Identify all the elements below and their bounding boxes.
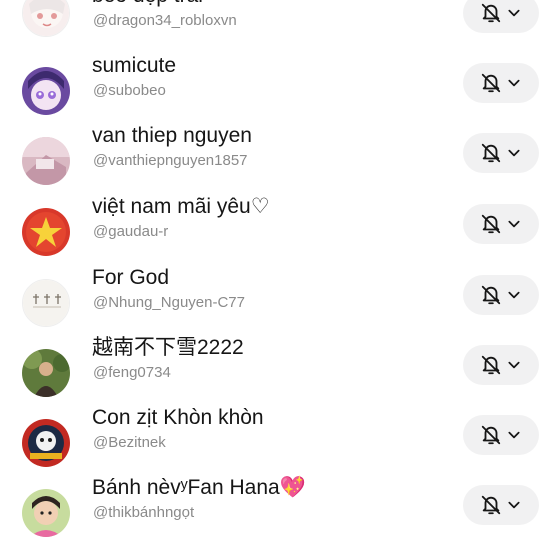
user-handle: @subobeo <box>93 82 166 99</box>
avatar[interactable] <box>22 489 70 537</box>
user-handle: @Nhung_Nguyen-C77 <box>93 294 245 311</box>
bell-off-icon <box>481 495 501 515</box>
user-display-name: Con zịt Khòn khòn <box>92 406 264 429</box>
user-display-name: van thiep nguyen <box>92 124 252 147</box>
chevron-down-icon <box>508 501 520 509</box>
chevron-down-icon <box>508 431 520 439</box>
notification-settings-button[interactable] <box>463 204 539 244</box>
avatar[interactable] <box>22 279 70 327</box>
user-display-name: sumicute <box>92 54 177 77</box>
bell-off-icon <box>481 214 501 234</box>
chevron-down-icon <box>508 291 520 299</box>
user-display-name: việt nam mãi yêu♡ <box>92 195 270 218</box>
user-handle: @thikbánhngọt <box>93 504 195 521</box>
bell-off-icon <box>481 3 501 23</box>
notification-settings-button[interactable] <box>463 345 539 385</box>
avatar[interactable] <box>22 419 70 467</box>
user-handle: @vanthiepnguyen1857 <box>93 152 248 169</box>
list-item[interactable]: For God @Nhung_Nguyen-C77 <box>0 266 560 349</box>
chevron-down-icon <box>508 9 520 17</box>
user-handle: @dragon34_robloxvn <box>93 12 237 29</box>
bell-off-icon <box>481 73 501 93</box>
notification-settings-button[interactable] <box>463 415 539 455</box>
avatar[interactable] <box>22 0 70 37</box>
user-handle: @Bezitnek <box>93 434 166 451</box>
bell-off-icon <box>481 143 501 163</box>
user-handle: @feng0734 <box>93 364 171 381</box>
notification-settings-button[interactable] <box>463 0 539 33</box>
user-display-name: 越南不下雪2222 <box>92 336 244 359</box>
user-display-name: For God <box>92 266 170 289</box>
list-item[interactable]: việt nam mãi yêu♡ @gaudau-r <box>0 195 560 278</box>
user-display-name: béo đẹp trai <box>92 0 203 9</box>
user-display-name: Bánh nèvʸFan Hana💖 <box>92 476 306 499</box>
notification-settings-button[interactable] <box>463 485 539 525</box>
chevron-down-icon <box>508 149 520 157</box>
user-handle: @gaudau-r <box>93 223 169 240</box>
list-item[interactable]: sumicute @subobeo <box>0 54 560 137</box>
bell-off-icon <box>481 355 501 375</box>
list-item[interactable]: 越南不下雪2222 @feng0734 <box>0 336 560 419</box>
bell-off-icon <box>481 425 501 445</box>
notification-settings-button[interactable] <box>463 63 539 103</box>
following-list: béo đẹp trai @dragon34_robloxvn sumicut <box>0 0 560 560</box>
list-item[interactable]: van thiep nguyen @vanthiepnguyen1857 <box>0 124 560 207</box>
notification-settings-button[interactable] <box>463 133 539 173</box>
list-item[interactable]: Bánh nèvʸFan Hana💖 @thikbánhngọt <box>0 476 560 559</box>
avatar[interactable] <box>22 208 70 256</box>
bell-off-icon <box>481 285 501 305</box>
avatar[interactable] <box>22 349 70 397</box>
avatar[interactable] <box>22 137 70 185</box>
list-item[interactable]: béo đẹp trai @dragon34_robloxvn <box>0 0 560 67</box>
chevron-down-icon <box>508 79 520 87</box>
chevron-down-icon <box>508 361 520 369</box>
notification-settings-button[interactable] <box>463 275 539 315</box>
avatar[interactable] <box>22 67 70 115</box>
chevron-down-icon <box>508 220 520 228</box>
